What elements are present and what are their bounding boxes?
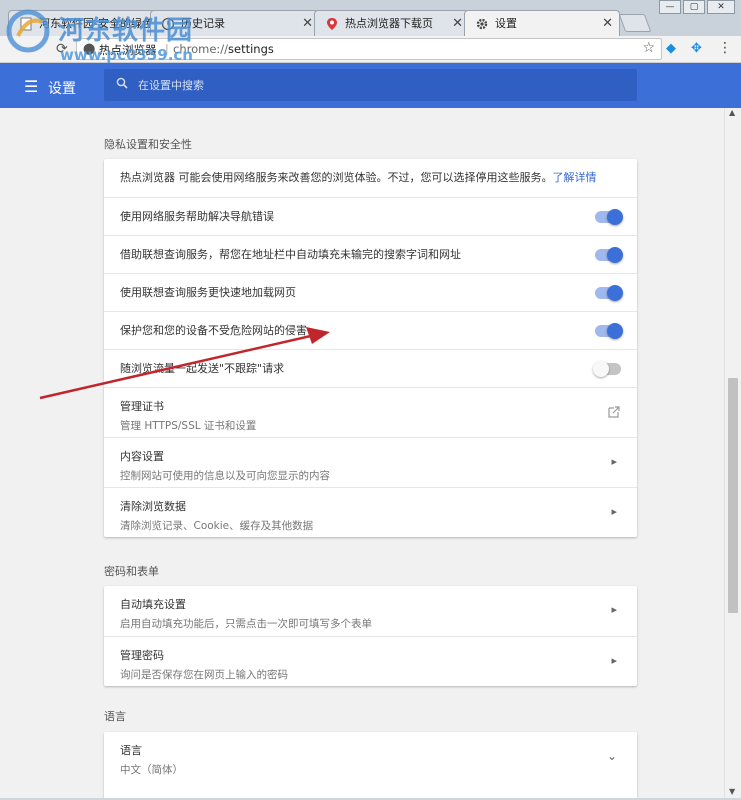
toggle-knob xyxy=(593,361,609,377)
language-row[interactable]: 语言 中文（简体） ⌄ xyxy=(104,732,637,782)
page-icon xyxy=(20,17,32,31)
url-path: settings xyxy=(228,42,274,56)
extension-compass-icon[interactable]: ✥ xyxy=(691,41,702,56)
tab-strip: 河东软件园-安全的绿色… 历史记录 ✕ 热点浏览器下载页 ✕ 设置 ✕ — ▢ … xyxy=(0,0,741,36)
privacy-intro-row: 热点浏览器 可能会使用网络服务来改善您的浏览体验。不过，您可以选择停用这些服务。… xyxy=(104,159,637,197)
row-subtitle: 清除浏览记录、Cookie、缓存及其他数据 xyxy=(120,520,314,532)
toggle-knob xyxy=(607,323,623,339)
toggle-row-safe-browsing[interactable]: 保护您和您的设备不受危险网站的侵害 xyxy=(104,311,637,349)
privacy-card: 热点浏览器 可能会使用网络服务来改善您的浏览体验。不过，您可以选择停用这些服务。… xyxy=(104,159,637,537)
url-scheme: chrome:// xyxy=(173,42,229,56)
close-icon[interactable]: ✕ xyxy=(602,11,613,37)
toggle-label: 随浏览流量一起发送"不跟踪"请求 xyxy=(120,362,285,375)
section-title-passwords: 密码和表单 xyxy=(104,565,159,578)
toggle-label: 保护您和您的设备不受危险网站的侵害 xyxy=(120,324,307,337)
minimize-button[interactable]: — xyxy=(659,0,681,14)
bookmark-star-icon[interactable]: ☆ xyxy=(642,40,655,56)
open-external-icon[interactable] xyxy=(607,405,621,419)
toggle-knob xyxy=(607,285,623,301)
tab-title: 设置 xyxy=(495,17,517,30)
url-text: chrome://settings xyxy=(173,42,274,56)
toggle-switch[interactable] xyxy=(593,361,621,377)
row-title: 内容设置 xyxy=(120,450,164,463)
extension-arrows-icon[interactable]: ◆ xyxy=(666,41,676,56)
search-input[interactable] xyxy=(138,75,618,95)
map-pin-icon xyxy=(327,18,337,30)
privacy-intro-label: 热点浏览器 可能会使用网络服务来改善您的浏览体验。不过，您可以选择停用这些服务。 xyxy=(120,171,553,184)
row-subtitle: 询问是否保存您在网页上输入的密码 xyxy=(120,669,288,681)
row-title: 管理证书 xyxy=(120,400,164,413)
manage-certificates-row[interactable]: 管理证书 管理 HTTPS/SSL 证书和设置 xyxy=(104,387,637,437)
section-title-privacy: 隐私设置和安全性 xyxy=(104,138,192,151)
row-title: 语言 xyxy=(120,744,142,757)
chevron-right-icon: ▸ xyxy=(611,504,617,518)
tab-title: 历史记录 xyxy=(181,17,225,30)
toggle-knob xyxy=(607,247,623,263)
toggle-row-prefetch[interactable]: 使用联想查询服务更快速地加载网页 xyxy=(104,273,637,311)
tab-download[interactable]: 热点浏览器下载页 ✕ xyxy=(314,10,470,36)
row-subtitle: 控制网站可使用的信息以及可向您显示的内容 xyxy=(120,470,330,482)
site-name: 热点浏览器 xyxy=(99,43,157,57)
scrollbar-thumb[interactable] xyxy=(728,378,738,613)
chevron-right-icon: ▸ xyxy=(611,603,617,616)
scrollbar[interactable]: ▲ ▼ xyxy=(724,108,741,798)
toggle-switch[interactable] xyxy=(595,247,623,263)
toggle-switch[interactable] xyxy=(595,285,623,301)
manage-passwords-row[interactable]: 管理密码 询问是否保存您在网页上输入的密码 ▸ xyxy=(104,636,637,686)
tab-hedong[interactable]: 河东软件园-安全的绿色… xyxy=(8,10,164,36)
chevron-down-icon[interactable]: ⌄ xyxy=(607,749,617,763)
omnibox-separator: | xyxy=(165,42,169,55)
privacy-intro-text: 热点浏览器 可能会使用网络服务来改善您的浏览体验。不过，您可以选择停用这些服务。… xyxy=(120,171,597,184)
row-title: 自动填充设置 xyxy=(120,598,186,611)
chevron-right-icon: ▸ xyxy=(611,454,617,468)
toggle-label: 使用网络服务帮助解决导航错误 xyxy=(120,210,274,223)
settings-header: ☰ 设置 xyxy=(0,63,741,108)
toggle-switch[interactable] xyxy=(595,323,623,339)
row-subtitle: 中文（简体） xyxy=(120,764,183,776)
hamburger-menu-icon[interactable]: ☰ xyxy=(24,77,38,96)
clear-browsing-data-row[interactable]: 清除浏览数据 清除浏览记录、Cookie、缓存及其他数据 ▸ xyxy=(104,487,637,537)
row-title: 管理密码 xyxy=(120,649,164,662)
toggle-label: 借助联想查询服务，帮您在地址栏中自动填充未输完的搜索字词和网址 xyxy=(120,248,461,261)
row-subtitle: 启用自动填充功能后，只需点击一次即可填写多个表单 xyxy=(120,618,372,630)
reload-icon[interactable]: ⟳ xyxy=(56,41,68,57)
toggle-row-do-not-track[interactable]: 随浏览流量一起发送"不跟踪"请求 xyxy=(104,349,637,387)
tab-history[interactable]: 历史记录 ✕ xyxy=(150,10,320,36)
passwords-card: 自动填充设置 启用自动填充功能后，只需点击一次即可填写多个表单 ▸ 管理密码 询… xyxy=(104,586,637,686)
new-tab-button[interactable] xyxy=(618,14,652,32)
row-title: 清除浏览数据 xyxy=(120,500,186,513)
history-icon xyxy=(161,17,175,31)
scroll-down-arrow-icon[interactable]: ▼ xyxy=(729,787,735,796)
close-icon[interactable]: ✕ xyxy=(302,11,313,37)
site-info-icon[interactable]: ⬤ xyxy=(83,42,95,55)
content-settings-row[interactable]: 内容设置 控制网站可使用的信息以及可向您显示的内容 ▸ xyxy=(104,437,637,487)
page-title: 设置 xyxy=(48,81,76,97)
autofill-settings-row[interactable]: 自动填充设置 启用自动填充功能后，只需点击一次即可填写多个表单 ▸ xyxy=(104,586,637,636)
tab-title: 热点浏览器下载页 xyxy=(345,17,433,30)
toggle-row-autocomplete[interactable]: 借助联想查询服务，帮您在地址栏中自动填充未输完的搜索字词和网址 xyxy=(104,235,637,273)
settings-search[interactable] xyxy=(104,69,637,101)
gear-icon xyxy=(476,18,488,30)
close-window-button[interactable]: ✕ xyxy=(707,0,735,14)
address-bar[interactable]: ⬤ 热点浏览器 | chrome://settings ☆ xyxy=(76,38,662,60)
chevron-right-icon: ▸ xyxy=(611,653,617,667)
toggle-knob xyxy=(607,209,623,225)
toggle-switch[interactable] xyxy=(595,209,623,225)
browser-toolbar: ⟳ ⬤ 热点浏览器 | chrome://settings ☆ ◆ ✥ ⋮ xyxy=(0,36,741,63)
menu-icon[interactable]: ⋮ xyxy=(718,40,732,56)
tab-settings[interactable]: 设置 ✕ xyxy=(464,10,620,36)
tab-title: 河东软件园-安全的绿色… xyxy=(39,17,164,30)
close-icon[interactable]: ✕ xyxy=(452,11,463,37)
scroll-up-arrow-icon[interactable]: ▲ xyxy=(729,108,735,117)
search-icon xyxy=(116,77,128,89)
section-title-languages: 语言 xyxy=(104,710,126,723)
languages-card: 语言 中文（简体） ⌄ xyxy=(104,732,637,798)
row-subtitle: 管理 HTTPS/SSL 证书和设置 xyxy=(120,420,257,432)
learn-more-link[interactable]: 了解详情 xyxy=(553,171,597,184)
maximize-button[interactable]: ▢ xyxy=(683,0,705,14)
toggle-row-nav-errors[interactable]: 使用网络服务帮助解决导航错误 xyxy=(104,197,637,235)
settings-content: 隐私设置和安全性 热点浏览器 可能会使用网络服务来改善您的浏览体验。不过，您可以… xyxy=(0,108,724,798)
window-controls: — ▢ ✕ xyxy=(657,0,735,14)
toggle-label: 使用联想查询服务更快速地加载网页 xyxy=(120,286,296,299)
